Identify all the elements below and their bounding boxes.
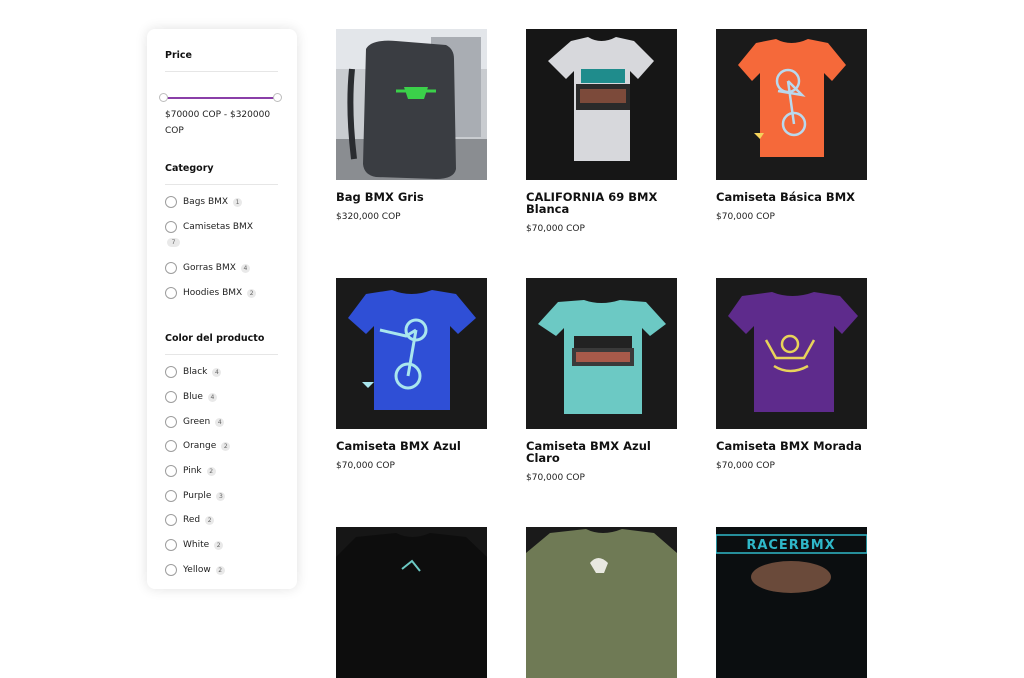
product-image-orange-tshirt[interactable] (716, 29, 867, 180)
color-option-label: Red (183, 515, 201, 525)
price-range-slider[interactable] (159, 93, 282, 102)
color-option-label: Blue (183, 392, 203, 402)
product-name[interactable]: Bag BMX Gris (336, 191, 486, 203)
color-option-pink[interactable]: Pink 2 (165, 463, 216, 479)
category-filter-title: Category (165, 163, 214, 174)
color-count-badge: 2 (214, 540, 224, 550)
color-option-white[interactable]: White 2 (165, 537, 224, 553)
product-price: $70,000 COP (716, 212, 775, 222)
price-max-handle[interactable] (273, 93, 282, 102)
category-option-label: Gorras BMX (183, 263, 236, 273)
color-option-label: Pink (183, 466, 202, 476)
color-option-black[interactable]: Black 4 (165, 364, 222, 380)
product-image-purple-tshirt[interactable] (716, 278, 867, 429)
color-option-red[interactable]: Red 2 (165, 512, 215, 528)
color-option-blue[interactable]: Blue 4 (165, 389, 217, 405)
checkbox[interactable] (165, 465, 177, 477)
color-count-badge: 4 (215, 417, 225, 427)
product-price: $70,000 COP (336, 461, 395, 471)
product-image-blue-tshirt[interactable] (336, 278, 487, 429)
product-name[interactable]: Camiseta BMX Azul (336, 440, 486, 452)
color-option-label: White (183, 540, 210, 550)
color-count-badge: 2 (215, 565, 225, 575)
product-image-gray-backpack[interactable] (336, 29, 487, 180)
checkbox[interactable] (165, 514, 177, 526)
color-option-orange[interactable]: Orange 2 (165, 438, 231, 454)
category-option-label: Camisetas BMX (183, 222, 253, 232)
product-price: $70,000 COP (716, 461, 775, 471)
color-option-green[interactable]: Green 4 (165, 414, 225, 430)
product-image-racer-bmx-cap[interactable]: RACERBMX (716, 527, 867, 678)
color-option-label: Green (183, 417, 211, 427)
color-filter-title: Color del producto (165, 333, 265, 344)
color-count-badge: 2 (221, 441, 231, 451)
color-count-badge: 2 (206, 466, 216, 476)
category-option-camisetas-bmx[interactable]: Camisetas BMX (165, 219, 253, 235)
color-option-purple[interactable]: Purple 3 (165, 488, 226, 504)
product-image-white-tshirt[interactable] (526, 29, 677, 180)
color-count-badge: 2 (205, 515, 215, 525)
color-option-label: Black (183, 367, 208, 377)
product-image-olive-tshirt[interactable] (526, 527, 677, 678)
product-name[interactable]: Camiseta BMX Azul Claro (526, 440, 676, 464)
category-count-badge: 4 (240, 263, 250, 273)
racerbmx-logo-text: RACERBMX (746, 538, 835, 553)
price-divider (165, 71, 278, 72)
filter-sidebar: Price $70000 COP - $320000 COP Category … (147, 29, 297, 589)
product-image-black-tshirt[interactable] (336, 527, 487, 678)
category-divider (165, 184, 278, 185)
price-range-fill (163, 97, 278, 99)
checkbox[interactable] (165, 490, 177, 502)
category-option-bags-bmx[interactable]: Bags BMX 1 (165, 194, 243, 210)
category-count-badge: 7 (167, 238, 180, 247)
price-range-text: $70000 COP - $320000 COP (165, 110, 271, 136)
price-min-handle[interactable] (159, 93, 168, 102)
product-image-light-blue-tshirt[interactable] (526, 278, 677, 429)
checkbox[interactable] (165, 440, 177, 452)
color-divider (165, 354, 278, 355)
product-name[interactable]: CALIFORNIA 69 BMX Blanca (526, 191, 676, 215)
checkbox[interactable] (165, 391, 177, 403)
category-option-label: Hoodies BMX (183, 288, 243, 298)
checkbox[interactable] (165, 366, 177, 378)
checkbox[interactable] (165, 539, 177, 551)
checkbox[interactable] (165, 262, 177, 274)
category-count-badge: 2 (247, 288, 257, 298)
product-price: $320,000 COP (336, 212, 401, 222)
checkbox[interactable] (165, 196, 177, 208)
color-count-badge: 3 (216, 491, 226, 501)
checkbox[interactable] (165, 564, 177, 576)
checkbox[interactable] (165, 287, 177, 299)
checkbox[interactable] (165, 416, 177, 428)
color-option-label: Orange (183, 441, 217, 451)
checkbox[interactable] (165, 221, 177, 233)
color-count-badge: 4 (212, 367, 222, 377)
category-option-label: Bags BMX (183, 197, 229, 207)
product-price: $70,000 COP (526, 224, 585, 234)
category-option-hoodies-bmx[interactable]: Hoodies BMX 2 (165, 285, 257, 301)
product-name[interactable]: Camiseta Básica BMX (716, 191, 866, 203)
color-option-label: Purple (183, 491, 212, 501)
price-filter-title: Price (165, 50, 192, 61)
color-count-badge: 4 (207, 392, 217, 402)
product-price: $70,000 COP (526, 473, 585, 483)
category-option-gorras-bmx[interactable]: Gorras BMX 4 (165, 260, 250, 276)
product-name[interactable]: Camiseta BMX Morada (716, 440, 866, 452)
color-option-label: Yellow (183, 565, 211, 575)
category-count-badge: 1 (233, 197, 243, 207)
